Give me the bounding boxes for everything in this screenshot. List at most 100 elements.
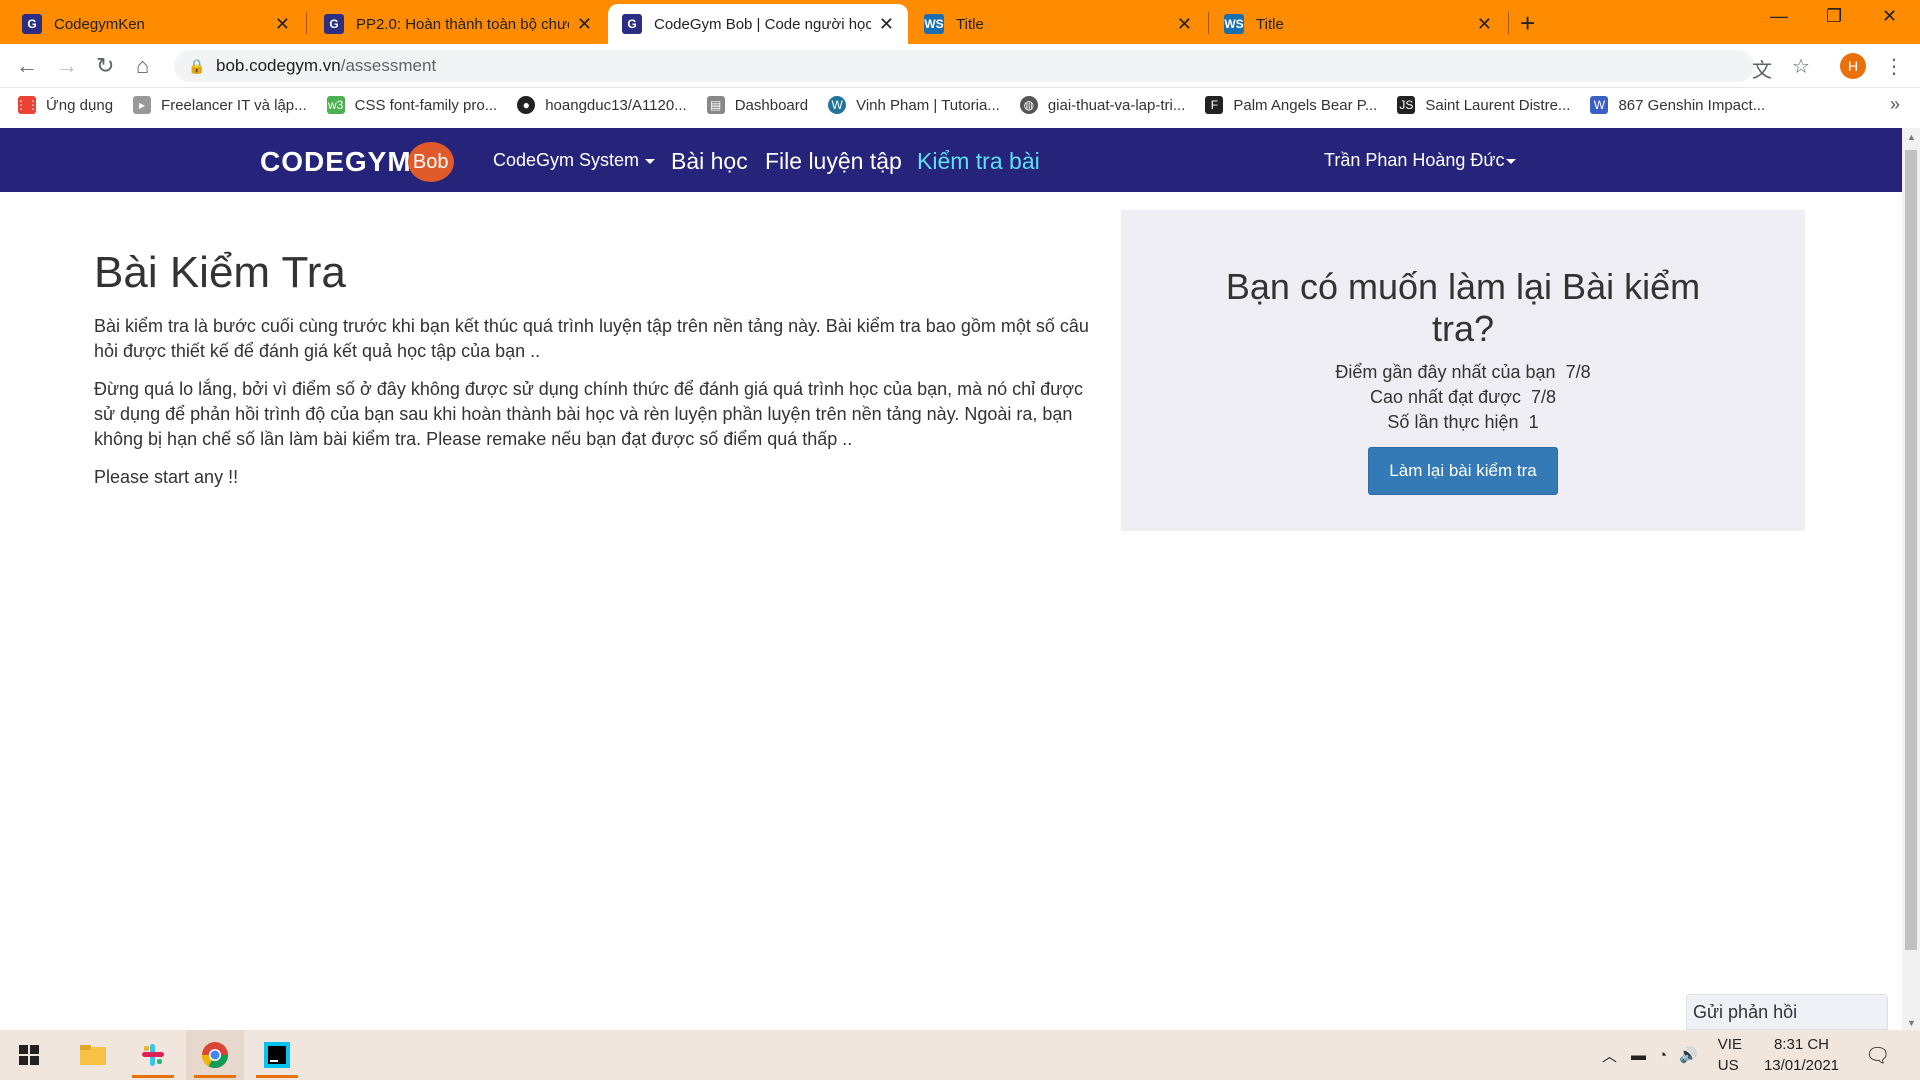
site-navbar: CODEGYM Bob CodeGym System Bài học File … — [0, 128, 1920, 192]
bookmark-css-font[interactable]: w3 CSS font-family pro... — [326, 96, 497, 114]
address-bar[interactable]: 🔒 bob.codegym.vn/assessment — [174, 50, 1754, 82]
w-icon: W — [1590, 96, 1609, 114]
volume-icon[interactable]: 🔊 — [1679, 1046, 1698, 1064]
translate-icon[interactable]: 文 — [1752, 54, 1772, 83]
browser-tab-2[interactable]: G PP2.0: Hoàn thành toàn bộ chươ ✕ — [310, 4, 606, 44]
bookmark-label: Palm Angels Bear P... — [1233, 96, 1378, 114]
codegym-favicon-icon: G — [324, 14, 344, 34]
scrollbar-thumb[interactable] — [1905, 150, 1917, 950]
bookmark-genshin[interactable]: W 867 Genshin Impact... — [1590, 96, 1765, 114]
nav-user-dropdown[interactable]: Trần Phan Hoàng Đức — [1324, 150, 1517, 171]
home-icon[interactable]: ⌂ — [136, 53, 149, 79]
clock-time: 8:31 CH — [1773, 1036, 1829, 1053]
tab-title: PP2.0: Hoàn thành toàn bộ chươ — [356, 15, 569, 33]
nav-practice-files[interactable]: File luyện tập — [765, 148, 902, 175]
show-hidden-icons-icon[interactable]: ︿ — [1602, 1045, 1617, 1066]
close-tab-icon[interactable]: ✕ — [879, 14, 894, 35]
battery-icon[interactable]: ▬ — [1631, 1047, 1646, 1064]
bookmark-vinh-pham[interactable]: W Vinh Pham | Tutoria... — [828, 96, 1000, 114]
close-tab-icon[interactable]: ✕ — [1177, 14, 1192, 35]
webstorm-taskbar[interactable] — [248, 1030, 306, 1080]
browser-tab-5[interactable]: WS Title ✕ — [1210, 4, 1506, 44]
nav-assessment[interactable]: Kiểm tra bài — [917, 148, 1040, 175]
clock[interactable]: 8:31 CH 13/01/2021 — [1764, 1034, 1839, 1076]
folder-icon — [80, 1045, 106, 1065]
caret-down-icon — [1506, 158, 1517, 164]
notification-center-icon[interactable]: 🗨 — [1865, 1043, 1890, 1068]
best-score-row: Cao nhất đạt được 7/8 — [1121, 385, 1805, 410]
retake-title: Bạn có muốn làm lại Bài kiểm tra? — [1225, 266, 1701, 349]
browser-tab-4[interactable]: WS Title ✕ — [910, 4, 1206, 44]
bookmark-github[interactable]: ● hoangduc13/A1120... — [517, 96, 687, 114]
browser-tab-strip: G CodegymKen ✕ G PP2.0: Hoàn thành toàn … — [0, 0, 1920, 44]
bookmark-label: giai-thuat-va-lap-tri... — [1047, 96, 1186, 114]
bookmark-apps[interactable]: ⋮⋮ Ứng dụng — [15, 96, 114, 114]
bookmark-freelancer[interactable]: ▸ Freelancer IT và lập... — [133, 96, 307, 114]
retake-panel: Bạn có muốn làm lại Bài kiểm tra? Điểm g… — [1121, 210, 1805, 531]
start-button[interactable] — [0, 1030, 58, 1080]
js-icon: JS — [1397, 96, 1416, 114]
nav-codegym-system-dropdown[interactable]: CodeGym System — [493, 150, 656, 171]
browser-tab-1[interactable]: G CodegymKen ✕ — [8, 4, 304, 44]
close-window-icon[interactable]: ✕ — [1882, 6, 1897, 27]
start-paragraph: Please start any !! — [94, 467, 239, 487]
nav-lessons[interactable]: Bài học — [671, 148, 748, 175]
bookmark-saint-laurent[interactable]: JS Saint Laurent Distre... — [1397, 96, 1570, 114]
wifi-icon[interactable]: ◔ — [1658, 1047, 1667, 1064]
logo-badge: Bob — [407, 142, 454, 182]
tab-separator — [306, 12, 307, 34]
bookmark-star-icon[interactable]: ☆ — [1792, 54, 1810, 79]
nav-label: CodeGym System — [493, 150, 640, 170]
webstorm-favicon-icon: WS — [1224, 14, 1244, 34]
profile-avatar[interactable]: H — [1840, 53, 1866, 79]
bookmark-palm-angels[interactable]: F Palm Angels Bear P... — [1205, 96, 1377, 114]
file-explorer-taskbar[interactable] — [64, 1030, 122, 1080]
close-tab-icon[interactable]: ✕ — [1477, 14, 1492, 35]
retake-assessment-button[interactable]: Làm lại bài kiểm tra — [1368, 447, 1558, 495]
bookmark-giai-thuat[interactable]: ◍ giai-thuat-va-lap-tri... — [1019, 96, 1186, 114]
github-icon: ● — [517, 96, 536, 114]
note-paragraph: Đừng quá lo lắng, bởi vì điểm số ở đây k… — [94, 379, 1084, 449]
close-tab-icon[interactable]: ✕ — [577, 14, 592, 35]
language-indicator[interactable]: VIE US — [1718, 1034, 1742, 1076]
page-title: Bài Kiểm Tra — [94, 248, 346, 297]
recent-score-value: 7/8 — [1565, 362, 1591, 382]
bookmark-label: Vinh Pham | Tutoria... — [856, 96, 1000, 114]
bookmarks-overflow-icon[interactable]: » — [1890, 94, 1900, 115]
feedback-button[interactable]: Gửi phản hồi — [1686, 994, 1888, 1030]
new-tab-icon[interactable]: + — [1520, 8, 1535, 39]
language-bottom: US — [1717, 1057, 1739, 1074]
bookmark-label: Freelancer IT và lập... — [161, 96, 307, 114]
chrome-taskbar[interactable] — [186, 1030, 244, 1080]
attempts-value: 1 — [1528, 412, 1539, 432]
scroll-up-icon[interactable]: ▲ — [1907, 132, 1916, 142]
minimize-icon[interactable]: — — [1770, 6, 1788, 27]
lock-icon: 🔒 — [188, 58, 206, 74]
browser-tab-3-active[interactable]: G CodeGym Bob | Code người học ✕ — [608, 4, 908, 44]
tab-title: CodeGym Bob | Code người học — [654, 15, 871, 33]
user-name: Trần Phan Hoàng Đức — [1324, 150, 1505, 170]
scroll-down-icon[interactable]: ▼ — [1907, 1018, 1916, 1028]
assessment-intro: Bài Kiểm Tra Bài kiểm tra là bước cuối c… — [94, 248, 1094, 503]
slack-taskbar[interactable] — [124, 1030, 182, 1080]
close-tab-icon[interactable]: ✕ — [275, 14, 290, 35]
best-score-value: 7/8 — [1530, 387, 1556, 407]
tab-separator — [1508, 12, 1509, 34]
codegym-bob-logo[interactable]: CODEGYM Bob — [260, 142, 454, 182]
reload-icon[interactable]: ↻ — [96, 53, 114, 79]
page-scrollbar[interactable]: ▲ ▼ — [1902, 128, 1920, 1030]
apps-grid-icon: ⋮⋮ — [15, 96, 39, 114]
bookmark-label: hoangduc13/A1120... — [545, 96, 687, 114]
menu-kebab-icon[interactable]: ⋮ — [1884, 54, 1904, 79]
dashboard-icon: ▤ — [706, 96, 725, 114]
back-icon[interactable]: ← — [16, 53, 38, 79]
freelancer-icon: ▸ — [133, 96, 152, 114]
codegym-favicon-icon: G — [22, 14, 42, 34]
tab-title: CodegymKen — [54, 15, 145, 33]
address-domain: bob.codegym.vn — [216, 56, 341, 75]
forward-icon[interactable]: → — [56, 53, 78, 79]
bookmark-dashboard[interactable]: ▤ Dashboard — [706, 96, 808, 114]
bookmark-label: Ứng dụng — [46, 96, 114, 114]
logo-text: CODEGYM — [260, 146, 412, 177]
restore-icon[interactable]: ❐ — [1826, 6, 1842, 27]
